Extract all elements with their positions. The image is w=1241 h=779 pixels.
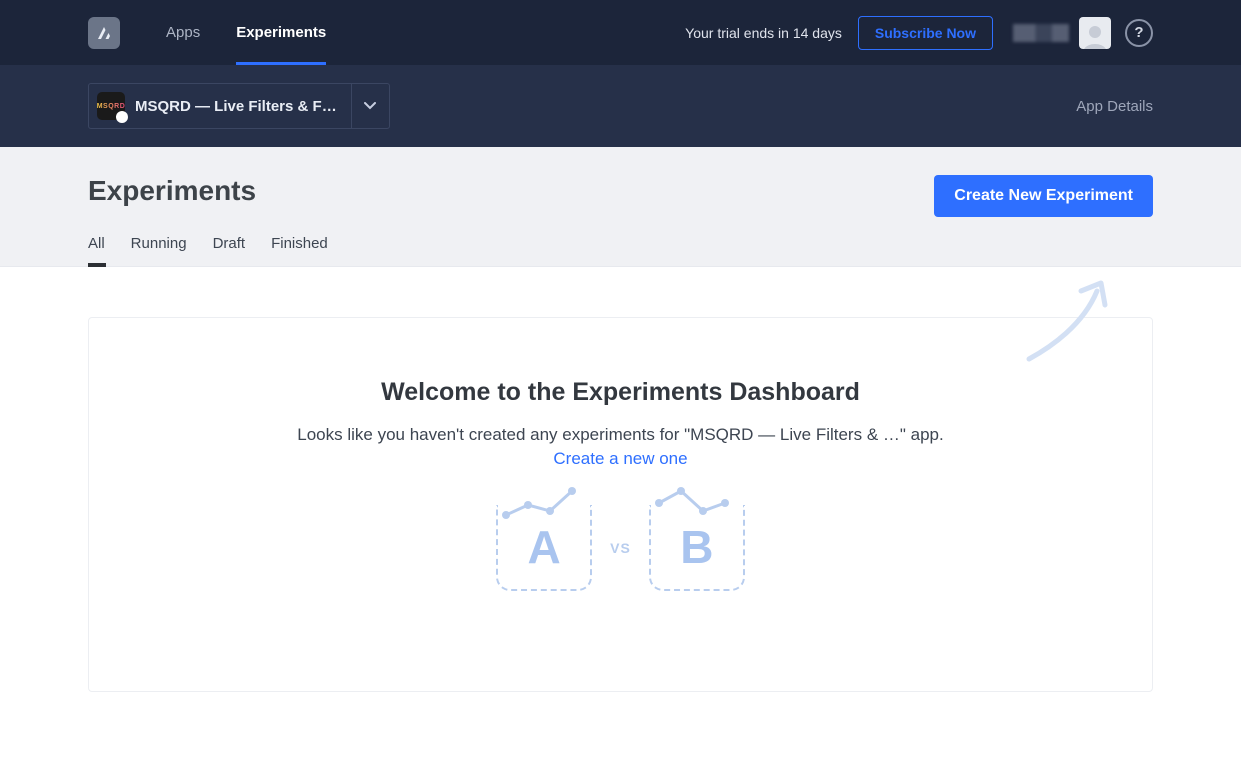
nav-experiments[interactable]: Experiments [218, 0, 344, 65]
tab-draft[interactable]: Draft [213, 235, 246, 266]
app-selector-caret[interactable] [351, 84, 389, 128]
avatar-icon [1081, 23, 1109, 49]
empty-state-card: Welcome to the Experiments Dashboard Loo… [88, 317, 1153, 692]
brand-logo-icon [95, 24, 113, 42]
username-redacted [1013, 24, 1069, 42]
app-icon-text: MSQRD [97, 103, 126, 110]
page-header: Experiments Create New Experiment All Ru… [0, 147, 1241, 267]
letter-a: A [528, 520, 561, 574]
content-area: Welcome to the Experiments Dashboard Loo… [0, 267, 1241, 772]
app-selector-label: MSQRD — Live Filters & F… [135, 98, 337, 115]
create-one-link[interactable]: Create a new one [129, 449, 1112, 469]
create-experiment-button[interactable]: Create New Experiment [934, 175, 1153, 217]
empty-body: Looks like you haven't created any exper… [129, 425, 1112, 445]
chevron-down-icon [364, 102, 376, 110]
apple-icon [116, 111, 128, 123]
variant-a: A [496, 505, 592, 591]
letter-b: B [680, 520, 713, 574]
subnav-bar: MSQRD MSQRD — Live Filters & F… App Deta… [0, 65, 1241, 147]
empty-heading: Welcome to the Experiments Dashboard [129, 378, 1112, 407]
app-selector: MSQRD MSQRD — Live Filters & F… [88, 83, 390, 129]
app-icon: MSQRD [97, 92, 125, 120]
avatar[interactable] [1079, 17, 1111, 49]
filter-tabs: All Running Draft Finished [88, 235, 1153, 266]
top-navbar: Apps Experiments Your trial ends in 14 d… [0, 0, 1241, 65]
sparkline-b-icon [655, 483, 739, 523]
app-selector-main[interactable]: MSQRD MSQRD — Live Filters & F… [89, 84, 351, 128]
page-title: Experiments [88, 175, 256, 207]
app-details-link[interactable]: App Details [1076, 98, 1153, 115]
tab-finished[interactable]: Finished [271, 235, 328, 266]
brand-logo[interactable] [88, 17, 120, 49]
help-icon[interactable]: ? [1125, 19, 1153, 47]
tab-running[interactable]: Running [131, 235, 187, 266]
sparkline-a-icon [502, 483, 586, 523]
tab-all[interactable]: All [88, 235, 105, 266]
variant-b: B [649, 505, 745, 591]
subscribe-button[interactable]: Subscribe Now [858, 16, 993, 50]
nav-apps[interactable]: Apps [148, 0, 218, 65]
vs-label: VS [610, 540, 631, 556]
ab-illustration: A VS B [129, 505, 1112, 591]
trial-text: Your trial ends in 14 days [685, 25, 842, 41]
